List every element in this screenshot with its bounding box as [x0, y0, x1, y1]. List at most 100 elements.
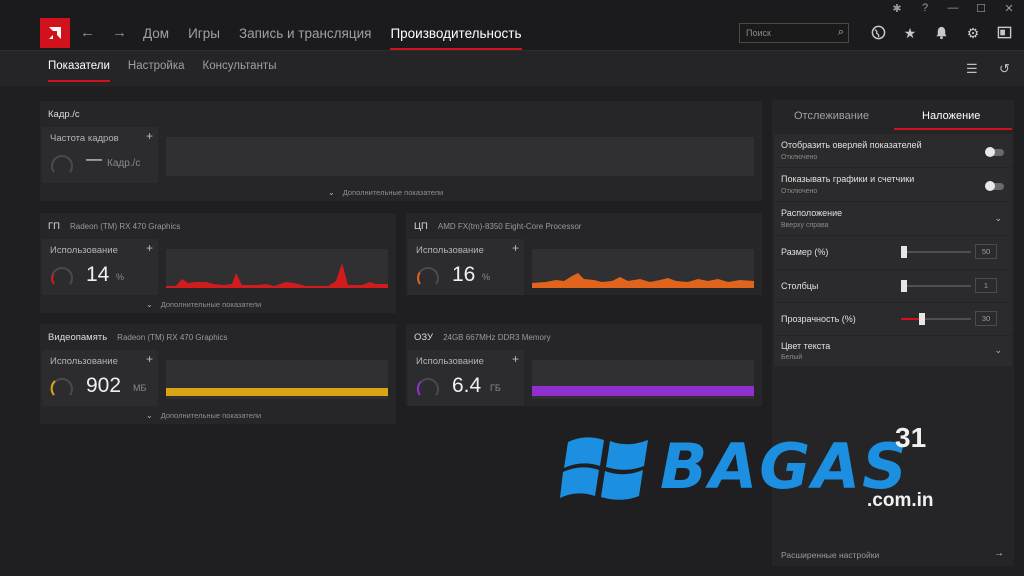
amd-logo[interactable] — [40, 18, 70, 48]
vram-graph — [166, 360, 388, 399]
graphs-toggle-row: Показывать графики и счетчики Отключено — [774, 168, 1012, 201]
text-color-row[interactable]: Цвет текста Белый ⌄ — [774, 336, 1012, 366]
overlay-toggle[interactable] — [985, 147, 1004, 157]
fps-gauge — [51, 155, 73, 173]
overlay-toggle-row: Отобразить оверлей показателей Отключено — [774, 134, 1012, 167]
chevron-down-icon[interactable]: ⌄ — [994, 213, 1002, 224]
list-icon[interactable]: ☰ — [966, 61, 978, 77]
nav-recording[interactable]: Запись и трансляция — [239, 26, 372, 41]
ram-panel: ОЗУ 24GB 667MHz DDR3 Memory Использование… — [406, 324, 762, 406]
fps-value: — — [86, 151, 102, 168]
vram-tile: Использование + 902 МБ — [42, 350, 158, 406]
vram-subtitle: Radeon (TM) RX 470 Graphics — [117, 333, 228, 342]
search-icon[interactable]: ⌕ — [838, 26, 844, 39]
cpu-tile-label: Использование — [416, 245, 484, 256]
cpu-gauge — [417, 267, 439, 285]
ram-tile: Использование + 6.4 ГБ — [408, 350, 524, 406]
chevron-down-icon: ⌄ — [328, 188, 335, 197]
columns-value-field[interactable]: 1 — [975, 278, 997, 293]
ram-gauge — [416, 378, 439, 396]
position-row[interactable]: Расположение Вверху справа ⌄ — [774, 202, 1012, 235]
nav-games[interactable]: Игры — [188, 26, 220, 41]
size-label: Размер (%) — [781, 247, 829, 257]
tab-tracking[interactable]: Отслеживание — [794, 110, 869, 122]
reset-icon[interactable]: ↺ — [999, 61, 1010, 77]
position-value: Вверху справа — [781, 222, 829, 229]
help-icon[interactable]: ? — [918, 2, 932, 15]
transparency-label: Прозрачность (%) — [781, 314, 856, 324]
ram-tile-label: Использование — [416, 356, 484, 367]
cpu-subtitle: AMD FX(tm)-8350 Eight-Core Processor — [437, 222, 582, 231]
add-icon[interactable]: + — [146, 352, 153, 366]
ram-unit: ГБ — [490, 383, 501, 393]
vram-title: Видеопамять Radeon (TM) RX 470 Graphics — [48, 332, 228, 343]
vram-unit: МБ — [133, 383, 147, 393]
nav-home[interactable]: Дом — [143, 26, 169, 41]
tab-overlay[interactable]: Наложение — [922, 110, 980, 122]
ram-value: 6.4 — [452, 374, 482, 397]
overlay-label: Отобразить оверлей показателей — [781, 140, 922, 150]
transparency-row: Прозрачность (%) 30 — [774, 303, 1012, 335]
text-color-label: Цвет текста — [781, 341, 831, 351]
window-title-bar: ✱ ? — ☐ ✕ — [0, 0, 1024, 18]
gpu-value: 14 — [86, 263, 110, 286]
graphs-toggle[interactable] — [985, 181, 1004, 191]
chevron-down-icon[interactable]: ⌄ — [994, 345, 1002, 356]
columns-slider[interactable] — [901, 280, 971, 292]
minimize-icon[interactable]: — — [946, 2, 960, 15]
size-value-field[interactable]: 50 — [975, 244, 997, 259]
vram-value: 902 — [86, 374, 122, 397]
maximize-icon[interactable]: ☐ — [974, 2, 988, 15]
tab-metrics[interactable]: Показатели — [48, 60, 110, 82]
fps-panel: Кадр./с Частота кадров + — Кадр./с ⌄ Допо… — [40, 101, 762, 201]
gpu-subtitle: Radeon (TM) RX 470 Graphics — [69, 222, 181, 231]
tab-tuning[interactable]: Настройка — [128, 60, 185, 72]
watermark-number: 31 — [895, 422, 927, 453]
vram-gauge — [50, 378, 73, 396]
gpu-more-metrics[interactable]: ⌄ Дополнительные показатели — [146, 300, 261, 309]
overlay-state: Отключено — [781, 154, 818, 161]
forward-icon[interactable]: → — [112, 24, 127, 41]
size-slider[interactable] — [901, 246, 971, 258]
add-icon[interactable]: + — [146, 129, 153, 143]
arrow-right-icon[interactable]: → — [994, 548, 1004, 559]
tab-advisors[interactable]: Консультанты — [203, 60, 277, 72]
add-icon[interactable]: + — [512, 352, 519, 366]
gear-icon[interactable]: ⚙ — [965, 25, 981, 41]
vram-more-metrics[interactable]: ⌄ Дополнительные показатели — [146, 411, 261, 420]
nav-performance[interactable]: Производительность — [390, 26, 522, 50]
windows-logo — [560, 437, 648, 500]
layout-icon[interactable] — [996, 25, 1012, 41]
search-placeholder: Поиск — [746, 28, 771, 38]
sub-navigation: Показатели Настройка Консультанты ☰ ↺ — [0, 50, 1024, 86]
ram-subtitle: 24GB 667MHz DDR3 Memory — [443, 333, 551, 342]
add-icon[interactable]: + — [146, 241, 153, 255]
chevron-down-icon: ⌄ — [146, 300, 153, 309]
ram-graph — [532, 360, 754, 399]
gpu-unit: % — [116, 272, 125, 282]
close-icon[interactable]: ✕ — [1002, 2, 1016, 15]
gpu-panel: ГП Radeon (TM) RX 470 Graphics Использова… — [40, 213, 396, 313]
main-header: ← → Дом Игры Запись и трансляция Произво… — [0, 18, 1024, 50]
gpu-gauge — [51, 267, 73, 285]
vram-tile-label: Использование — [50, 356, 118, 367]
advanced-settings-link[interactable]: Расширенные настройки — [781, 550, 879, 560]
star-icon[interactable]: ★ — [902, 25, 918, 41]
fps-graph — [166, 137, 754, 176]
transparency-value-field[interactable]: 30 — [975, 311, 997, 326]
add-icon[interactable]: + — [512, 241, 519, 255]
position-label: Расположение — [781, 208, 843, 218]
bell-icon[interactable] — [933, 25, 949, 41]
transparency-slider[interactable] — [901, 313, 971, 325]
globe-icon[interactable] — [870, 25, 886, 41]
cpu-tile: Использование + 16 % — [408, 239, 524, 295]
fps-more-metrics[interactable]: ⌄ Дополнительные показатели — [328, 188, 443, 197]
ram-title: ОЗУ 24GB 667MHz DDR3 Memory — [414, 332, 551, 343]
back-icon[interactable]: ← — [80, 24, 95, 41]
cpu-panel: ЦП AMD FX(tm)-8350 Eight-Core Processor И… — [406, 213, 762, 295]
search-input[interactable]: Поиск ⌕ — [739, 23, 849, 43]
bug-icon[interactable]: ✱ — [890, 2, 904, 15]
graphs-label: Показывать графики и счетчики — [781, 174, 915, 184]
chevron-down-icon: ⌄ — [146, 411, 153, 420]
tab-underline — [894, 128, 1012, 130]
